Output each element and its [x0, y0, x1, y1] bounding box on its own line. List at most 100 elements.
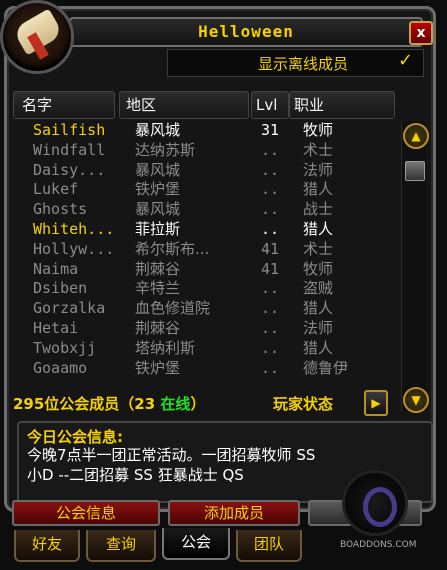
member-level: .. — [261, 279, 280, 298]
member-row[interactable]: Twobxjj 塔纳利斯.. 猎人 — [21, 339, 403, 358]
member-zone: 暴风城 — [135, 200, 181, 219]
scroll-thumb[interactable] — [405, 161, 425, 181]
member-zone: 暴风城 — [135, 160, 181, 179]
member-class: 法师 — [303, 319, 334, 337]
member-class: 牧师 — [303, 259, 334, 278]
member-row[interactable]: Dsiben 辛特兰.. 盗贼 — [21, 279, 403, 298]
watermark-text: BOADDONS.COM — [340, 540, 417, 550]
member-class: 猎人 — [303, 180, 334, 199]
member-zone: 达纳苏斯 — [135, 140, 196, 159]
member-row[interactable]: Lukef 铁炉堡.. 猎人 — [21, 180, 403, 199]
member-level: .. — [261, 200, 280, 219]
member-name: Daisy... — [33, 160, 106, 179]
member-level: .. — [261, 180, 280, 199]
member-class: 术士 — [303, 140, 334, 159]
member-level: .. — [261, 160, 280, 179]
member-name: Hetai — [33, 319, 79, 337]
member-level: 31 — [261, 121, 280, 139]
member-level: 41 — [261, 239, 280, 258]
member-row[interactable]: Windfall 达纳苏斯.. 术士 — [21, 141, 403, 160]
member-level: .. — [261, 338, 280, 357]
member-zone: 辛特兰 — [135, 279, 181, 298]
member-count: 295位公会成员（23 在线） — [13, 393, 205, 414]
member-zone: 荆棘谷 — [135, 319, 181, 337]
member-name: Dsiben — [33, 279, 88, 298]
member-zone: 铁炉堡 — [135, 358, 181, 377]
member-row[interactable]: Whiteh... 菲拉斯.. 猎人 — [21, 220, 403, 239]
member-name: Lukef — [33, 180, 79, 199]
member-class: 猎人 — [303, 220, 334, 238]
member-zone: 暴风城 — [135, 121, 181, 139]
player-status-label: 玩家状态 — [273, 395, 334, 413]
show-offline-label: 显示离线成员 — [258, 55, 349, 73]
member-level: .. — [261, 319, 280, 337]
member-zone: 菲拉斯 — [135, 220, 181, 238]
member-name: Whiteh... — [33, 220, 115, 238]
title-bar[interactable]: Helloween — [69, 17, 423, 47]
window-title: Helloween — [198, 22, 294, 41]
add-member-button[interactable]: 添加成员 — [168, 500, 300, 526]
member-name: Sailfish — [33, 121, 106, 139]
member-name: Naima — [33, 259, 79, 278]
guild-emblem-icon — [0, 0, 74, 74]
checkbox-check-icon[interactable]: ✓ — [398, 50, 413, 71]
tab-guild[interactable]: 公会 — [162, 528, 230, 560]
member-name: Gorzalka — [33, 299, 106, 318]
member-zone: 塔纳利斯 — [135, 338, 196, 357]
member-name: Twobxjj — [33, 338, 97, 357]
column-header-class[interactable]: 职业 — [289, 91, 395, 119]
show-offline-toggle[interactable]: 显示离线成员 ✓ — [167, 49, 424, 77]
column-header-level[interactable]: Lvl — [251, 91, 289, 119]
tab-friends[interactable]: 好友 — [14, 530, 80, 562]
member-class: 术士 — [303, 239, 334, 258]
member-zone: 血色修道院 — [135, 299, 211, 318]
member-list: Sailfish 暴风城 31 牧师 Windfall 达纳苏斯.. 术士 Daisy... 暴… — [21, 121, 403, 383]
member-row[interactable]: Gorzalka 血色修道院.. 猎人 — [21, 299, 403, 318]
member-class: 盗贼 — [303, 279, 334, 298]
column-header-name[interactable]: 名字 — [13, 91, 115, 119]
member-level: .. — [261, 140, 280, 159]
scroll-up-icon[interactable]: ▲ — [403, 123, 429, 149]
guild-info-button[interactable]: 公会信息 — [12, 500, 160, 526]
member-class: 猎人 — [303, 338, 334, 357]
member-class: 猎人 — [303, 299, 334, 318]
member-name: Hollyw... — [33, 239, 115, 258]
member-row[interactable]: Naima 荆棘谷 41 牧师 — [21, 260, 403, 279]
member-level: 41 — [261, 259, 280, 278]
member-level: .. — [261, 220, 280, 238]
motd-title: 今日公会信息: — [27, 428, 123, 446]
member-class: 法师 — [303, 160, 334, 179]
column-header-zone[interactable]: 地区 — [119, 91, 249, 119]
member-zone: 希尔斯布... — [135, 239, 210, 258]
tab-who[interactable]: 查询 — [86, 530, 156, 562]
column-header-class-label: 职业 — [294, 96, 325, 114]
member-count-close: ） — [190, 395, 206, 413]
member-name: Ghosts — [33, 200, 88, 219]
guild-window: Helloween x 显示离线成员 ✓ 名字 地区 Lvl 职业 Sailfi… — [4, 6, 436, 512]
online-label: 在线 — [160, 395, 191, 413]
member-level: .. — [261, 358, 280, 377]
column-header-zone-label: 地区 — [126, 96, 157, 114]
member-row[interactable]: Ghosts 暴风城.. 战士 — [21, 200, 403, 219]
member-zone: 铁炉堡 — [135, 180, 181, 199]
member-class: 战士 — [303, 200, 334, 219]
member-row[interactable]: Sailfish 暴风城 31 牧师 — [21, 121, 403, 140]
member-count-text: 295位公会成员（23 — [13, 395, 161, 413]
scroll-down-icon[interactable]: ▼ — [403, 387, 429, 413]
close-button[interactable]: x — [409, 21, 433, 45]
player-status-button[interactable]: ▶ — [364, 390, 388, 416]
tab-raid[interactable]: 团队 — [236, 530, 302, 562]
member-row[interactable]: Hetai 荆棘谷.. 法师 — [21, 319, 403, 338]
member-class: 德鲁伊 — [303, 358, 349, 377]
member-zone: 荆棘谷 — [135, 259, 181, 278]
member-row[interactable]: Hollyw... 希尔斯布... 41 术士 — [21, 240, 403, 259]
member-row[interactable]: Daisy... 暴风城.. 法师 — [21, 161, 403, 180]
member-level: .. — [261, 299, 280, 318]
column-header-name-label: 名字 — [22, 96, 53, 114]
site-logo-icon — [342, 470, 408, 536]
member-class: 牧师 — [303, 121, 334, 139]
scrollbar[interactable]: ▲ ▼ — [401, 121, 429, 413]
column-header-level-label: Lvl — [256, 96, 278, 114]
member-row[interactable]: Goaamo 铁炉堡.. 德鲁伊 — [21, 359, 403, 378]
member-name: Goaamo — [33, 358, 88, 377]
